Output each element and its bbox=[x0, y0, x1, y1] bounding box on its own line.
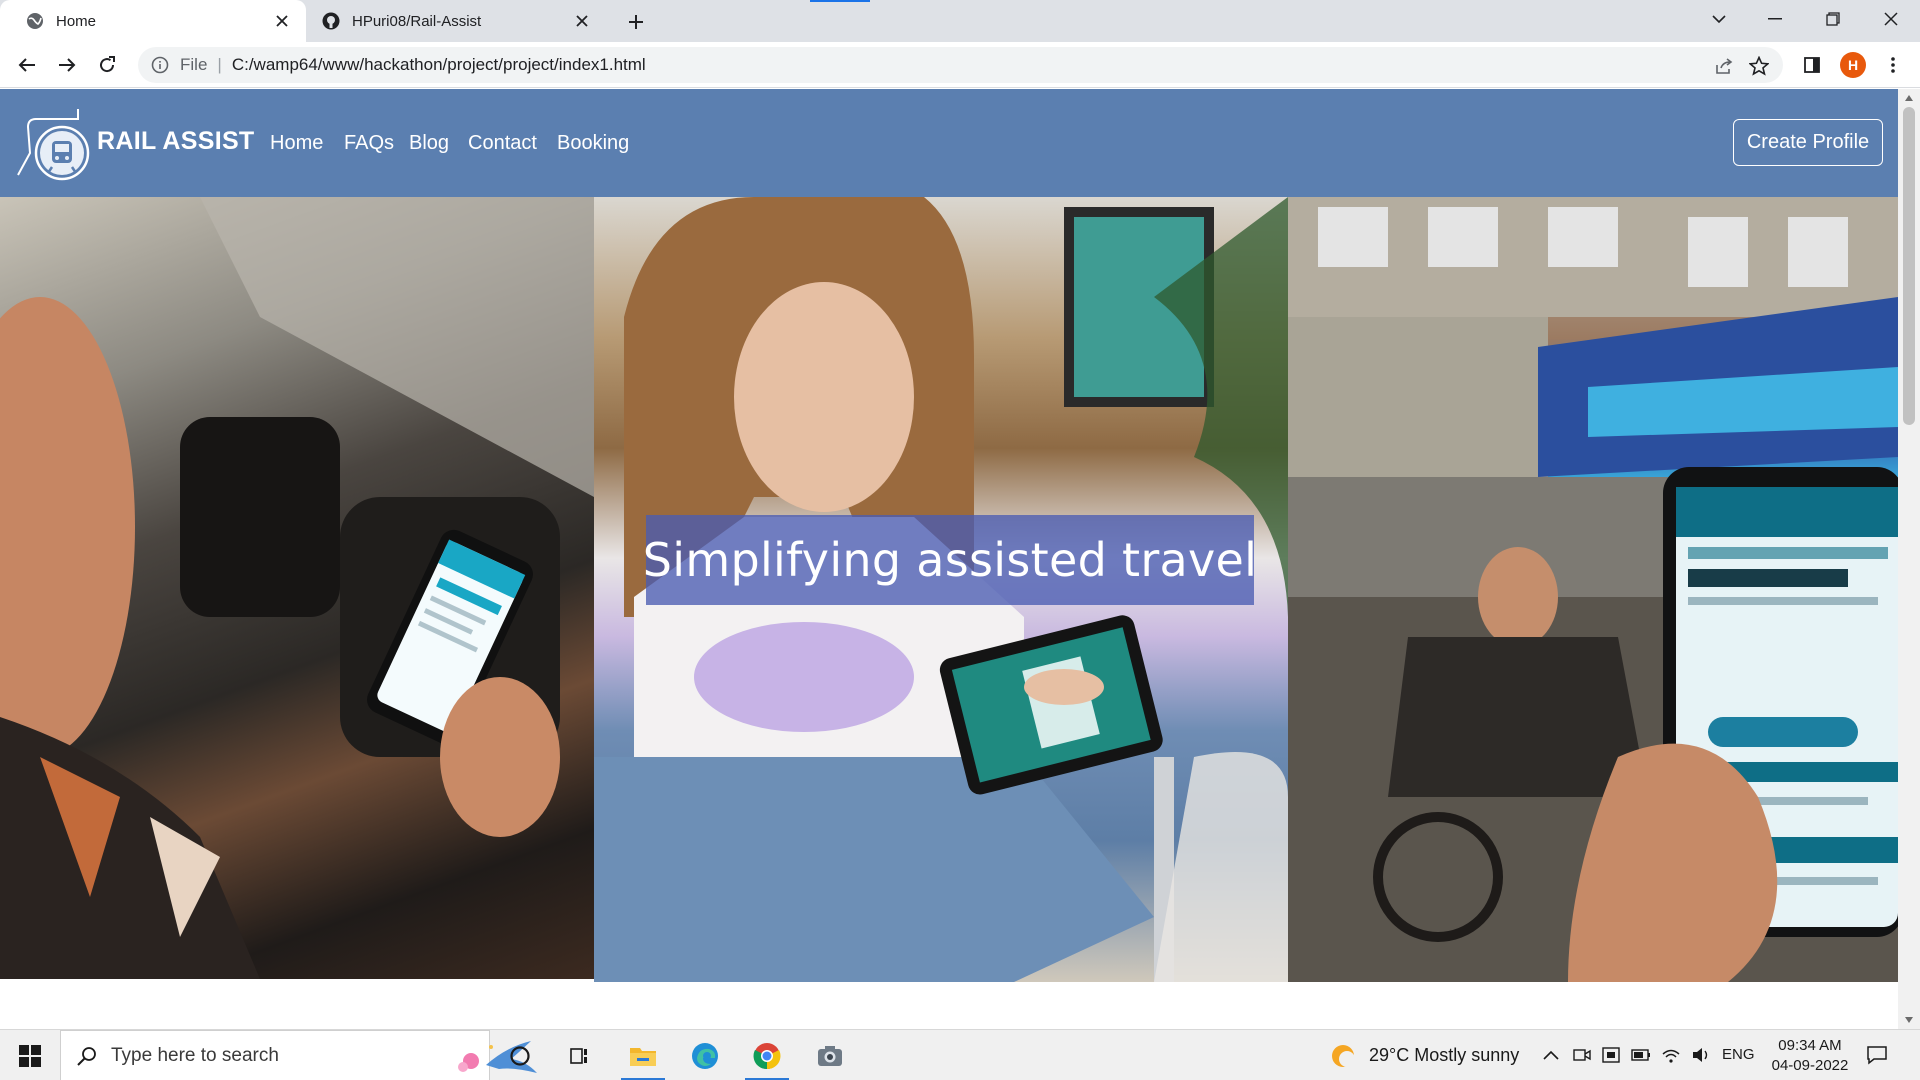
close-tab-icon[interactable] bbox=[570, 9, 594, 33]
profile-avatar[interactable]: H bbox=[1840, 52, 1866, 78]
tab-github[interactable]: HPuri08/Rail-Assist bbox=[306, 0, 606, 42]
tab-home[interactable]: Home bbox=[0, 0, 306, 42]
camera-icon[interactable] bbox=[800, 1030, 860, 1080]
forward-button[interactable] bbox=[51, 49, 83, 81]
tab-loading-indicator bbox=[810, 0, 870, 2]
nav-booking[interactable]: Booking bbox=[557, 132, 629, 155]
create-profile-button[interactable]: Create Profile bbox=[1733, 119, 1883, 166]
hero-headline: Simplifying assisted travel bbox=[642, 533, 1258, 587]
hero-photo-wheelchair-user-phone bbox=[0, 197, 594, 979]
nav-blog[interactable]: Blog bbox=[409, 132, 449, 155]
bookmark-star-icon[interactable] bbox=[1748, 55, 1770, 77]
close-tab-icon[interactable] bbox=[270, 9, 294, 33]
page-scrollbar[interactable] bbox=[1898, 89, 1920, 1029]
scroll-down-arrow-icon[interactable] bbox=[1904, 1015, 1914, 1025]
hero-photo-station-phone bbox=[1288, 197, 1898, 982]
tab-search-chevron-icon[interactable] bbox=[1692, 0, 1746, 38]
browser-tab-strip: Home HPuri08/Rail-Assist bbox=[0, 0, 1920, 42]
minimize-button[interactable] bbox=[1748, 0, 1802, 38]
tab-title: HPuri08/Rail-Assist bbox=[352, 12, 482, 30]
browser-menu-icon[interactable] bbox=[1877, 49, 1909, 81]
github-icon bbox=[322, 12, 340, 30]
search-placeholder: Type here to search bbox=[111, 1044, 279, 1066]
share-icon[interactable] bbox=[1713, 55, 1735, 77]
url-divider: | bbox=[217, 55, 222, 74]
new-tab-button[interactable] bbox=[621, 7, 651, 37]
windows-start-button[interactable] bbox=[0, 1030, 60, 1080]
windows-taskbar: Type here to search 29°C Mostly sunny EN… bbox=[0, 1029, 1920, 1080]
globe-icon bbox=[26, 12, 44, 30]
url-scheme: File bbox=[180, 55, 208, 74]
wifi-icon[interactable] bbox=[1660, 1044, 1682, 1066]
side-panel-icon[interactable] bbox=[1796, 49, 1828, 81]
windows-logo-icon bbox=[19, 1044, 41, 1067]
reload-button[interactable] bbox=[91, 49, 123, 81]
meet-now-icon[interactable] bbox=[1571, 1044, 1593, 1066]
task-view-icon[interactable] bbox=[550, 1030, 610, 1080]
address-bar[interactable]: File | C:/wamp64/www/hackathon/project/p… bbox=[138, 47, 1783, 83]
weather-sun-icon[interactable] bbox=[1330, 1043, 1356, 1069]
clock-time[interactable]: 09:34 AM bbox=[1764, 1037, 1856, 1054]
restore-button[interactable] bbox=[1806, 0, 1860, 38]
chevron-up-icon[interactable] bbox=[1540, 1044, 1562, 1066]
page-viewport: RAIL ASSIST Home FAQs Blog Contact Booki… bbox=[0, 89, 1898, 1029]
site-navbar: RAIL ASSIST Home FAQs Blog Contact Booki… bbox=[0, 89, 1898, 197]
clock-date[interactable]: 04-09-2022 bbox=[1764, 1057, 1856, 1074]
scrollbar-thumb[interactable] bbox=[1903, 107, 1915, 425]
close-window-button[interactable] bbox=[1864, 0, 1918, 38]
app-tray-icon[interactable] bbox=[1600, 1044, 1622, 1066]
chrome-icon[interactable] bbox=[737, 1030, 797, 1080]
nav-faqs[interactable]: FAQs bbox=[344, 132, 394, 155]
battery-icon[interactable] bbox=[1630, 1044, 1652, 1066]
nav-home[interactable]: Home bbox=[270, 132, 323, 155]
notification-center-icon[interactable] bbox=[1864, 1042, 1890, 1068]
cortana-icon[interactable] bbox=[490, 1030, 550, 1080]
input-language[interactable]: ENG bbox=[1722, 1046, 1755, 1063]
hero-headline-box: Simplifying assisted travel bbox=[642, 515, 1258, 605]
hero-photo-3-art bbox=[1288, 197, 1898, 982]
file-explorer-icon[interactable] bbox=[613, 1030, 673, 1080]
tab-title: Home bbox=[56, 12, 97, 30]
rail-assist-logo[interactable] bbox=[14, 105, 90, 181]
weather-text[interactable]: 29°C Mostly sunny bbox=[1369, 1045, 1519, 1066]
info-icon[interactable] bbox=[150, 55, 170, 75]
search-icon bbox=[77, 1046, 97, 1066]
edge-icon[interactable] bbox=[675, 1030, 735, 1080]
url-text[interactable]: C:/wamp64/www/hackathon/project/project/… bbox=[232, 55, 646, 75]
browser-toolbar: File | C:/wamp64/www/hackathon/project/p… bbox=[0, 42, 1920, 88]
site-brand[interactable]: RAIL ASSIST bbox=[97, 127, 255, 156]
hero-photo-1-art bbox=[0, 197, 594, 979]
volume-icon[interactable] bbox=[1690, 1044, 1712, 1066]
nav-contact[interactable]: Contact bbox=[468, 132, 537, 155]
scroll-up-arrow-icon[interactable] bbox=[1904, 93, 1914, 103]
taskbar-search-box[interactable]: Type here to search bbox=[60, 1030, 537, 1080]
back-button[interactable] bbox=[11, 49, 43, 81]
